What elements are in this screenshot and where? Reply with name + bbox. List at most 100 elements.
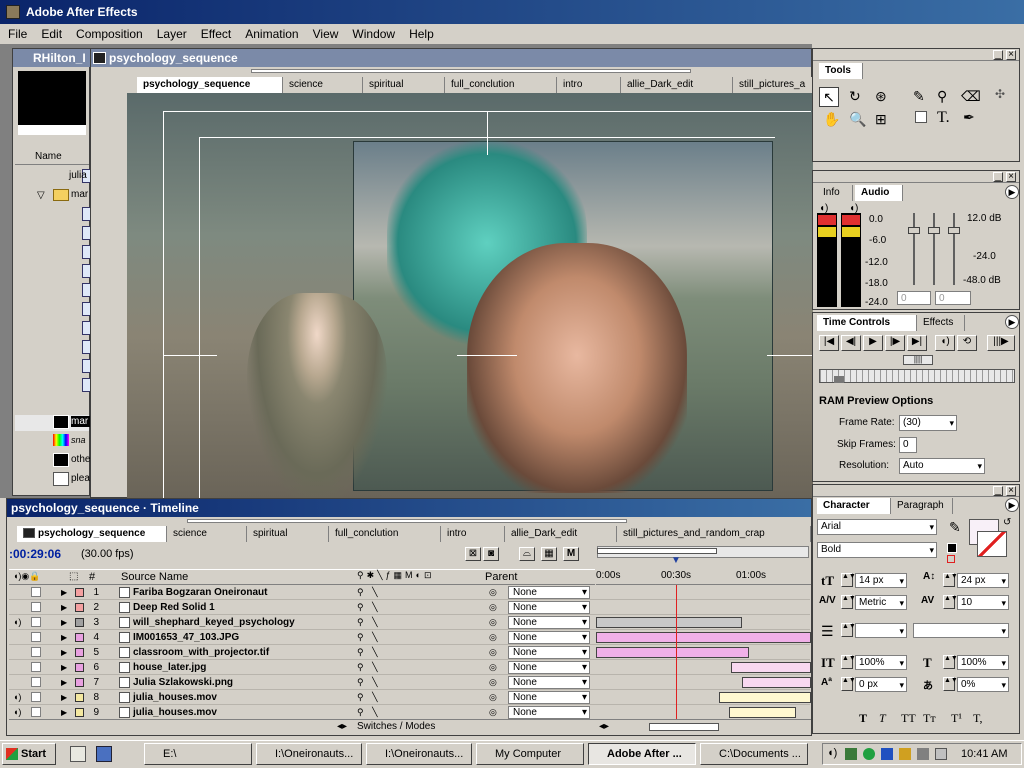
layer-switches[interactable]: ⚲ ╲	[357, 675, 381, 690]
kerning-stepper[interactable]: ▲▼	[841, 595, 856, 609]
expand-arrow-icon[interactable]: ▶	[61, 645, 67, 660]
project-title-bar[interactable]: RHilton_I	[13, 49, 91, 67]
baseline-shift-stepper[interactable]: ▲▼	[841, 677, 856, 691]
pickwhip-icon[interactable]: ◎	[489, 660, 497, 675]
layer-switches[interactable]: ⚲ ╲	[357, 615, 381, 630]
pickwhip-icon[interactable]: ◎	[489, 690, 497, 705]
video-toggle-icon[interactable]	[31, 692, 41, 702]
pickwhip-icon[interactable]: ◎	[489, 630, 497, 645]
scroll-arrows-icon[interactable]: ◂▸	[337, 721, 347, 732]
stroke-width-select[interactable]	[855, 623, 907, 638]
video-toggle-icon[interactable]	[31, 587, 41, 597]
video-toggle-icon[interactable]	[31, 632, 41, 642]
layer-row[interactable]: ◖) ▶ 9 julia_houses.mov ⚲ ╲ ◎ None	[9, 705, 810, 720]
previous-frame-icon[interactable]: ◀|	[841, 335, 861, 351]
tray-app-icon[interactable]	[881, 748, 893, 760]
label-color-swatch[interactable]	[75, 603, 84, 612]
layer-row[interactable]: ▶ 1 Fariba Bogzaran Oneironaut ⚲ ╲ ◎ None	[9, 585, 810, 600]
menu-window[interactable]: Window	[352, 27, 395, 41]
tracking-stepper[interactable]: ▲▼	[943, 595, 958, 609]
parent-select[interactable]: None	[508, 616, 590, 629]
tab-intro[interactable]: intro	[557, 77, 621, 93]
hand-tool-icon[interactable]: ✋	[823, 111, 840, 128]
tab-paragraph[interactable]: Paragraph	[891, 498, 953, 514]
left-volume-slider[interactable]	[908, 213, 920, 285]
motion-blur-icon[interactable]: M	[563, 547, 579, 561]
comp-title-bar[interactable]: psychology_sequence	[91, 49, 811, 67]
tsume-stepper[interactable]: ▲▼	[943, 677, 958, 691]
right-volume-slider[interactable]	[948, 213, 960, 285]
close-icon[interactable]: ×	[1006, 486, 1016, 496]
expand-arrow-icon[interactable]: ▶	[61, 675, 67, 690]
menu-layer[interactable]: Layer	[157, 27, 187, 41]
kerning-select[interactable]: Metric	[855, 595, 907, 610]
switches-modes-toggle[interactable]: Switches / Modes	[357, 721, 435, 732]
palette-menu-arrow-icon[interactable]: ▶	[1005, 315, 1019, 329]
pickwhip-icon[interactable]: ◎	[489, 705, 497, 720]
taskbar-item-documents[interactable]: C:\Documents ...	[700, 743, 808, 765]
layer-row[interactable]: ▶ 7 Julia Szlakowski.png ⚲ ╲ ◎ None	[9, 675, 811, 690]
tab-tools[interactable]: Tools	[819, 63, 863, 79]
minimize-icon[interactable]: _	[993, 486, 1003, 496]
project-folder[interactable]: mar	[71, 189, 88, 200]
comp-marker-icon[interactable]: ⊠	[465, 547, 481, 561]
tab-still-pictures[interactable]: still_pictures_a	[733, 77, 813, 93]
expand-arrow-icon[interactable]: ▶	[61, 600, 67, 615]
expand-arrow-icon[interactable]: ▶	[61, 705, 67, 720]
pickwhip-icon[interactable]: ◎	[489, 585, 497, 600]
loop-icon[interactable]: ⟲	[957, 335, 977, 351]
subscript-button[interactable]: T,	[973, 711, 982, 726]
folder-expand-icon[interactable]: ▽	[37, 190, 45, 201]
palette-menu-arrow-icon[interactable]: ▶	[1005, 498, 1019, 512]
menu-effect[interactable]: Effect	[201, 27, 231, 41]
tab-timeline-full-conclution[interactable]: full_conclution	[329, 526, 441, 542]
taskbar-item-after-effects[interactable]: Adobe After ...	[588, 743, 696, 765]
video-toggle-icon[interactable]	[31, 677, 41, 687]
comp-scroll-indicator[interactable]	[251, 69, 691, 73]
parent-select[interactable]: None	[508, 676, 590, 689]
expand-arrow-icon[interactable]: ▶	[61, 585, 67, 600]
time-ruler[interactable]: 0:00s 00:30s 01:00s	[596, 569, 811, 585]
all-caps-button[interactable]: TT	[901, 711, 916, 726]
audio-toggle-icon[interactable]: ◖)	[13, 690, 21, 705]
label-color-swatch[interactable]	[75, 663, 84, 672]
layer-name[interactable]: classroom_with_projector.tif	[133, 645, 269, 660]
leading-stepper[interactable]: ▲▼	[943, 573, 958, 587]
tray-app-icon[interactable]	[935, 748, 947, 760]
parent-select[interactable]: None	[508, 631, 590, 644]
layer-switches[interactable]: ⚲ ╲	[357, 600, 381, 615]
timeline-title-bar[interactable]: psychology_sequence · Timeline	[7, 499, 811, 517]
font-family-select[interactable]: Arial	[817, 519, 937, 535]
superscript-button[interactable]: T¹	[951, 711, 962, 726]
shy-layers-icon[interactable]: ⌓	[519, 547, 535, 561]
parent-select[interactable]: None	[508, 586, 590, 599]
layer-duration-bar[interactable]	[596, 632, 811, 643]
stroke-style-select[interactable]	[913, 623, 1009, 638]
tab-full-conclution[interactable]: full_conclution	[445, 77, 557, 93]
font-size-select[interactable]: 14 px	[855, 573, 907, 588]
layer-row[interactable]: ▶ 5 classroom_with_projector.tif ⚲ ╲ ◎ None	[9, 645, 810, 660]
label-color-swatch[interactable]	[75, 678, 84, 687]
taskbar-item-oneironauts-1[interactable]: I:\Oneironauts...	[256, 743, 362, 765]
show-desktop-icon[interactable]	[70, 746, 86, 762]
tab-psychology-sequence[interactable]: psychology_sequence	[137, 77, 283, 93]
ram-preview-icon[interactable]: |||▶	[987, 335, 1015, 351]
expand-arrow-icon[interactable]: ▶	[61, 690, 67, 705]
font-size-stepper[interactable]: ▲▼	[841, 573, 856, 587]
video-toggle-icon[interactable]	[31, 662, 41, 672]
swap-colors-icon[interactable]: ↺	[1003, 517, 1011, 528]
app-title-bar[interactable]: Adobe After Effects	[0, 0, 1024, 24]
start-button[interactable]: Start	[2, 743, 56, 765]
palette-menu-arrow-icon[interactable]: ▶	[1005, 185, 1019, 199]
taskbar-item-e-drive[interactable]: E:\	[144, 743, 252, 765]
pen-tool-icon[interactable]: ✒	[963, 109, 975, 126]
minimize-icon[interactable]: _	[993, 172, 1003, 182]
tab-science[interactable]: science	[283, 77, 363, 93]
tray-app-icon[interactable]	[899, 748, 911, 760]
project-item-selected[interactable]: mar	[71, 416, 91, 427]
menu-edit[interactable]: Edit	[41, 27, 62, 41]
leading-select[interactable]: 24 px	[957, 573, 1009, 588]
close-icon[interactable]: ×	[1006, 50, 1016, 60]
tab-character[interactable]: Character	[817, 498, 891, 514]
pickwhip-icon[interactable]: ◎	[489, 675, 497, 690]
